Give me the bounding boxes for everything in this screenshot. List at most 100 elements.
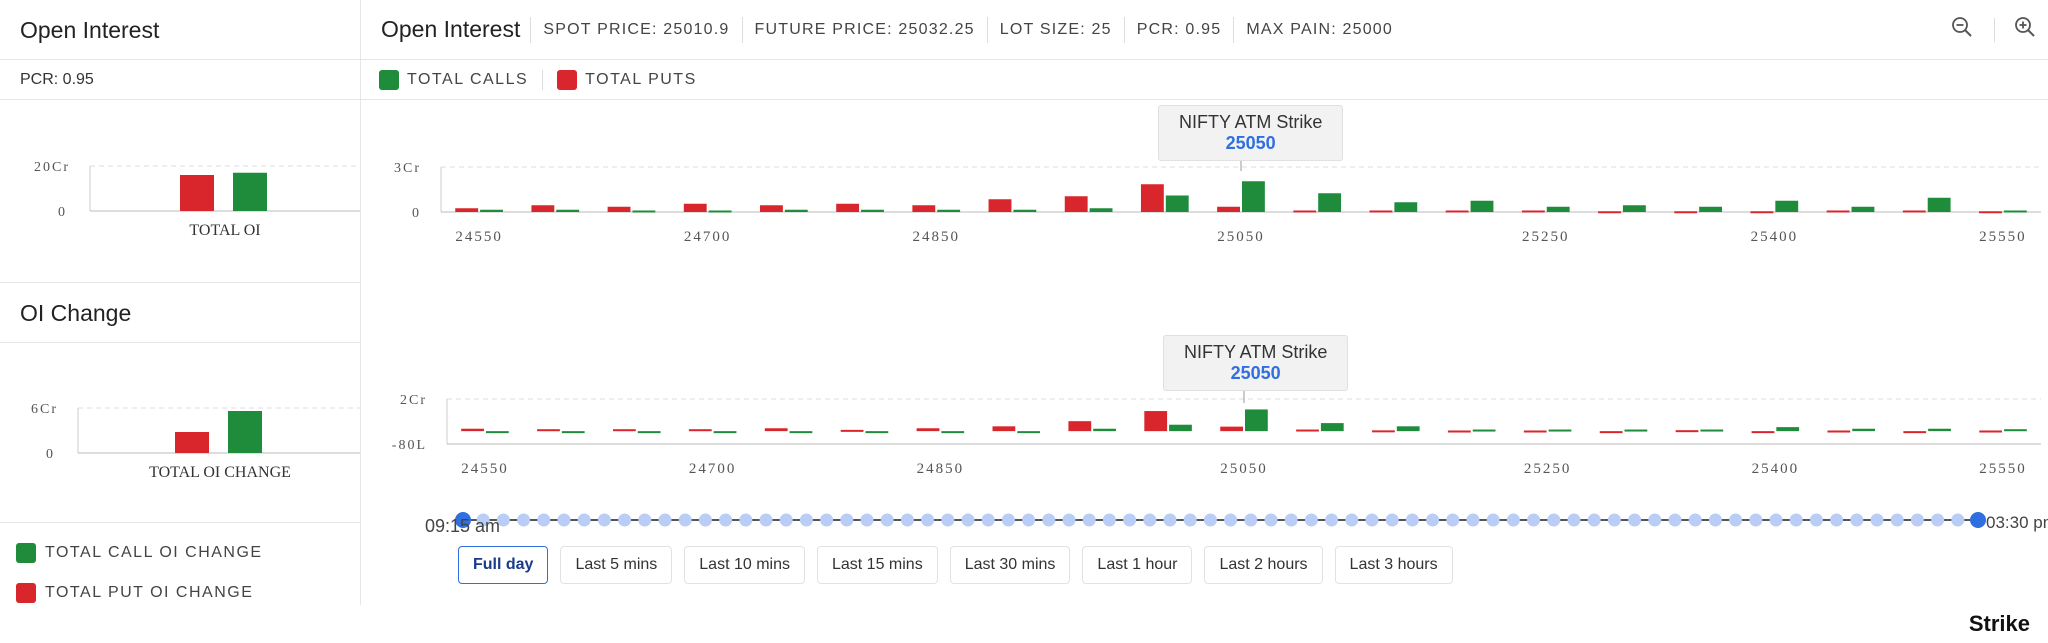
bar-total-puts [1979, 211, 2002, 214]
slider-tick [1284, 513, 1298, 527]
bar-total-puts [1445, 210, 1469, 213]
bar-total-puts [607, 206, 631, 212]
slider-tick [1708, 513, 1722, 527]
legend-call-oi-change[interactable]: TOTAL CALL OI CHANGE [0, 533, 360, 573]
btn-last-3-hours[interactable]: Last 3 hours [1334, 546, 1453, 584]
bar-total-call-oi-change [865, 431, 889, 434]
bar-total-put-oi-change [537, 429, 560, 432]
slider-tick [1870, 513, 1884, 527]
bar-total-puts [1826, 210, 1850, 213]
zoom-in-icon[interactable] [2014, 16, 2036, 44]
slider-tick [840, 513, 854, 527]
bar-total-call-oi-change [561, 431, 585, 434]
bar-total-call-oi-change [941, 431, 965, 434]
btn-full-day[interactable]: Full day [458, 546, 549, 584]
legend-swatch-green [16, 543, 36, 563]
legend-total-calls[interactable]: TOTAL CALLS [379, 69, 542, 90]
slider-tick [981, 513, 995, 527]
x-tick-label: 25550 [1979, 461, 2027, 477]
slider-tick [1628, 513, 1642, 527]
x-tick-label: 24550 [461, 461, 509, 477]
bar-total-call-oi-change [1472, 429, 1496, 432]
bar-total-calls [1546, 206, 1570, 212]
bar-total-puts [1598, 211, 1621, 214]
bar-total-put-oi-change [1144, 411, 1168, 432]
slider-tick [1809, 513, 1823, 527]
slider-tick [1001, 513, 1015, 527]
slider-tick [1446, 513, 1460, 527]
slider-tick [1264, 513, 1278, 527]
x-tick-label: 24850 [917, 461, 965, 477]
bar-total-call-oi-change [1017, 431, 1041, 434]
bar-total-put-oi-change [1068, 421, 1092, 432]
legend-swatch-puts [557, 69, 578, 90]
legend-total-calls-label: TOTAL CALLS [407, 70, 529, 88]
bar-total-put-oi-change [1447, 430, 1471, 433]
btn-last-2-hours[interactable]: Last 2 hours [1204, 546, 1323, 584]
lot-size: LOT SIZE: 25 [986, 16, 1124, 43]
btn-last-15-mins[interactable]: Last 15 mins [816, 546, 938, 584]
chart-legend: TOTAL CALLS TOTAL PUTS [361, 60, 2048, 100]
x-category-label: TOTAL OI CHANGE [149, 464, 291, 481]
slider-tick [1567, 513, 1581, 527]
slider-tick [1123, 513, 1137, 527]
btn-last-30-mins[interactable]: Last 30 mins [949, 546, 1071, 584]
slider-tick [1830, 513, 1844, 527]
bar-total-puts [1674, 211, 1698, 214]
oi-change-section: OI Change 6Cr 0 TOTAL OI CHANGE [0, 282, 360, 523]
bar-total-puts [683, 203, 707, 212]
slider-tick [557, 513, 571, 527]
bar-total-call-oi-change [1624, 429, 1648, 432]
slider-tick [1325, 513, 1339, 527]
bar-total-call-oi-change [228, 411, 262, 453]
bar-total-calls [784, 209, 808, 212]
strike-logo: Strike [1968, 611, 2030, 636]
bar-total-call-oi-change [2004, 429, 2027, 432]
legend-swatch-calls [379, 69, 399, 90]
slider-tick [1405, 513, 1419, 527]
slider-tick [1042, 513, 1056, 527]
y-tick-label: 0 [58, 205, 65, 220]
bar-total-calls [937, 209, 961, 212]
bar-total-call-oi-change [1396, 426, 1420, 432]
bar-total-put-oi-change [1751, 431, 1775, 434]
y-tick-label: 6Cr [31, 402, 58, 417]
slider-tick [880, 513, 894, 527]
legend-put-oi-change[interactable]: TOTAL PUT OI CHANGE [0, 573, 360, 613]
slider-tick [1365, 513, 1379, 527]
legend-swatch-red [16, 583, 36, 603]
bar-total-call-oi-change [1093, 428, 1116, 432]
slider-tick [698, 513, 712, 527]
slider-tick [941, 513, 955, 527]
bar-total-put-oi-change [1372, 430, 1395, 433]
slider-tick [1506, 513, 1520, 527]
bar-total-calls [1775, 200, 1799, 212]
atm-tooltip-value: 25050 [1225, 133, 1276, 153]
btn-last-1-hour[interactable]: Last 1 hour [1082, 546, 1193, 584]
x-tick-label: 25400 [1751, 229, 1799, 245]
total-oi-chart: 20Cr 0 TOTAL OI [34, 160, 360, 239]
legend-total-puts[interactable]: TOTAL PUTS [542, 69, 711, 90]
zoom-out-icon[interactable] [1951, 16, 1973, 44]
slider-tick [719, 513, 733, 527]
slider-tick [1062, 513, 1076, 527]
slider-tick [537, 513, 551, 527]
bar-total-calls [1089, 208, 1113, 212]
bar-total-put-oi-change [612, 429, 636, 432]
btn-last-5-mins[interactable]: Last 5 mins [560, 546, 673, 584]
slider-tick [900, 513, 914, 527]
btn-last-10-mins[interactable]: Last 10 mins [684, 546, 805, 584]
max-pain: MAX PAIN: 25000 [1233, 16, 1405, 43]
x-tick-label: 24850 [912, 229, 960, 245]
bar-total-calls [556, 209, 580, 212]
time-range-buttons: Full day Last 5 mins Last 10 mins Last 1… [458, 546, 1453, 584]
slider-tick [759, 513, 773, 527]
x-tick-label: 25050 [1217, 229, 1265, 245]
atm-tooltip-oi-change: NIFTY ATM Strike 25050 [1163, 335, 1349, 391]
slider-tick [1102, 513, 1116, 527]
time-slider[interactable] [361, 505, 2048, 535]
slider-tick [678, 513, 692, 527]
bar-total-call-oi-change [1928, 428, 1951, 432]
slider-tick [860, 513, 874, 527]
atm-tooltip-title: NIFTY ATM Strike [1184, 342, 1328, 362]
